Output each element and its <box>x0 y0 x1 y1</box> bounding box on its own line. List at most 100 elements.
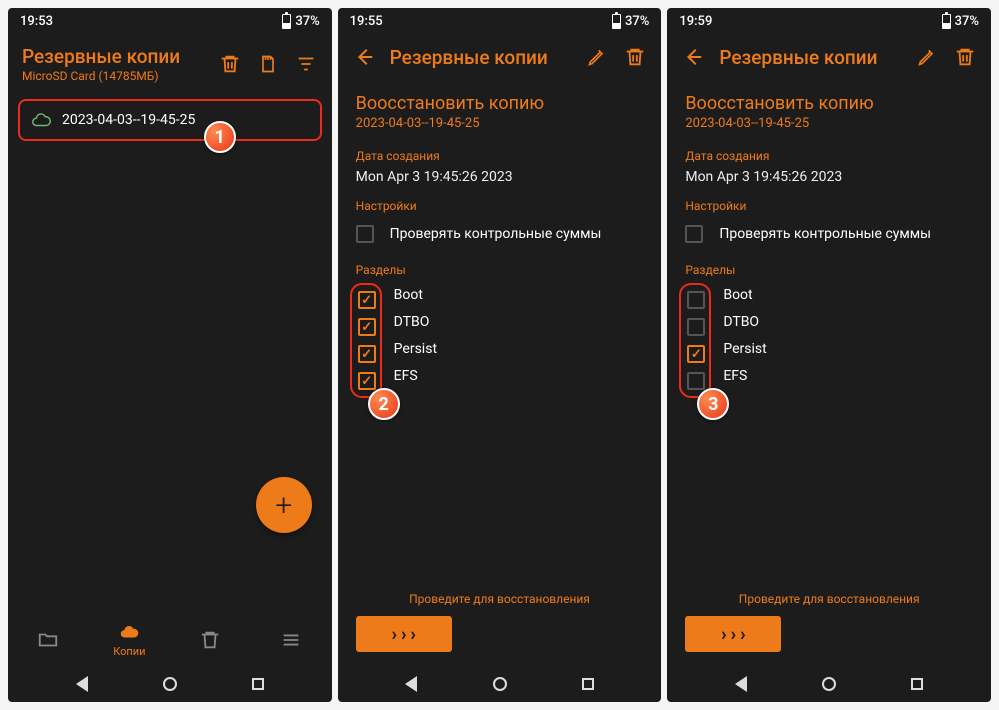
date-label: Дата создания <box>356 149 644 163</box>
date-value: Mon Apr 3 19:45:26 2023 <box>356 169 644 185</box>
delete-button[interactable] <box>623 45 647 69</box>
nav-copies[interactable]: Копии <box>101 621 157 658</box>
battery-icon <box>612 14 621 29</box>
delete-button[interactable] <box>953 45 977 69</box>
partition-label: DTBO <box>394 314 437 330</box>
swipe-restore-button[interactable]: › › › <box>356 616 452 652</box>
backup-list: 2023-04-03--19-45-25 1 + <box>8 93 332 613</box>
checksum-checkbox[interactable] <box>685 225 703 243</box>
restore-title: Воосстановить копию <box>685 93 973 114</box>
sys-back[interactable] <box>405 676 417 692</box>
swipe-area: Проведите для восстановления › › › <box>667 578 991 662</box>
sys-home[interactable] <box>822 677 836 691</box>
system-nav <box>8 662 332 702</box>
chevron-right-icon: › <box>731 624 736 645</box>
swipe-hint: Проведите для восстановления <box>685 592 973 606</box>
page-title: Резервные копии <box>719 46 901 69</box>
partition-checkbox-dtbo[interactable] <box>687 318 705 336</box>
edit-button[interactable] <box>585 45 609 69</box>
settings-label: Настройки <box>685 199 973 213</box>
partition-checkbox-dtbo[interactable] <box>358 318 376 336</box>
partition-label: Boot <box>723 287 766 303</box>
detail-body: Воосстановить копию 2023-04-03--19-45-25… <box>338 79 662 578</box>
date-value: Mon Apr 3 19:45:26 2023 <box>685 169 973 185</box>
swipe-area: Проведите для восстановления › › › <box>338 578 662 662</box>
appbar: Резервные копии <box>667 35 991 79</box>
system-nav <box>338 662 662 702</box>
clock: 19:53 <box>20 14 53 29</box>
partition-label: DTBO <box>723 314 766 330</box>
chevron-right-icon: › <box>391 624 396 645</box>
statusbar: 19:59 37% <box>667 8 991 35</box>
partitions-highlight <box>350 283 382 398</box>
page-title: Резервные копии <box>22 45 204 68</box>
sys-recents[interactable] <box>252 678 264 690</box>
clock: 19:59 <box>679 14 712 29</box>
backup-item-label: 2023-04-03--19-45-25 <box>62 112 195 128</box>
partition-label: Boot <box>394 287 437 303</box>
step-badge-2: 2 <box>368 388 400 420</box>
backup-item[interactable]: 2023-04-03--19-45-25 <box>18 99 322 141</box>
screen-2: 19:55 37% Резервные копии Воосстановить … <box>338 8 662 702</box>
cloud-icon <box>118 621 140 643</box>
filter-button[interactable] <box>294 52 318 76</box>
partition-checkbox-persist[interactable] <box>687 345 705 363</box>
partition-checkbox-boot[interactable] <box>358 291 376 309</box>
sys-back[interactable] <box>76 676 88 692</box>
chevron-right-icon: › <box>740 624 745 645</box>
add-backup-button[interactable]: + <box>256 477 312 533</box>
chevron-right-icon: › <box>401 624 406 645</box>
nav-copies-label: Копии <box>113 645 145 658</box>
battery-pct: 37% <box>625 14 649 29</box>
sys-home[interactable] <box>163 677 177 691</box>
statusbar: 19:53 37% <box>8 8 332 35</box>
storage-subtitle: MicroSD Card (14785МБ) <box>22 69 204 83</box>
edit-button[interactable] <box>915 45 939 69</box>
step-badge-1: 1 <box>204 121 236 153</box>
chevron-right-icon: › <box>410 624 415 645</box>
bottom-nav: Копии <box>8 613 332 662</box>
battery-pct: 37% <box>295 14 319 29</box>
clock: 19:55 <box>350 14 383 29</box>
back-button[interactable] <box>352 45 376 69</box>
screen-3: 19:59 37% Резервные копии Воосстановить … <box>667 8 991 702</box>
checksum-label: Проверять контрольные суммы <box>390 226 602 242</box>
delete-button[interactable] <box>218 52 242 76</box>
sdcard-button[interactable] <box>256 52 280 76</box>
restore-title: Воосстановить копию <box>356 93 644 114</box>
swipe-hint: Проведите для восстановления <box>356 592 644 606</box>
partitions-highlight <box>679 283 711 398</box>
sys-back[interactable] <box>735 676 747 692</box>
checksum-label: Проверять контрольные суммы <box>719 226 931 242</box>
partition-label: EFS <box>723 368 766 384</box>
appbar: Резервные копии MicroSD Card (14785МБ) <box>8 35 332 93</box>
nav-menu[interactable] <box>263 629 319 651</box>
restore-subtitle: 2023-04-03--19-45-25 <box>685 116 973 131</box>
nav-folder[interactable] <box>20 629 76 651</box>
checksum-checkbox[interactable] <box>356 225 374 243</box>
partition-checkbox-efs[interactable] <box>687 372 705 390</box>
partition-checkbox-boot[interactable] <box>687 291 705 309</box>
sys-recents[interactable] <box>911 678 923 690</box>
sys-recents[interactable] <box>582 678 594 690</box>
chevron-right-icon: › <box>721 624 726 645</box>
detail-body: Воосстановить копию 2023-04-03--19-45-25… <box>667 79 991 578</box>
battery-pct: 37% <box>955 14 979 29</box>
swipe-restore-button[interactable]: › › › <box>685 616 781 652</box>
partition-label: Persist <box>394 341 437 357</box>
cloud-icon <box>30 109 52 131</box>
step-badge-3: 3 <box>697 388 729 420</box>
restore-subtitle: 2023-04-03--19-45-25 <box>356 116 644 131</box>
back-button[interactable] <box>681 45 705 69</box>
partition-label: EFS <box>394 368 437 384</box>
partitions-label: Разделы <box>685 263 973 277</box>
partition-checkbox-efs[interactable] <box>358 372 376 390</box>
nav-trash[interactable] <box>182 629 238 651</box>
page-title: Резервные копии <box>390 46 572 69</box>
partition-label: Persist <box>723 341 766 357</box>
partition-checkbox-persist[interactable] <box>358 345 376 363</box>
screen-1: 19:53 37% Резервные копии MicroSD Card (… <box>8 8 332 702</box>
battery-icon <box>282 14 291 29</box>
sys-home[interactable] <box>493 677 507 691</box>
system-nav <box>667 662 991 702</box>
